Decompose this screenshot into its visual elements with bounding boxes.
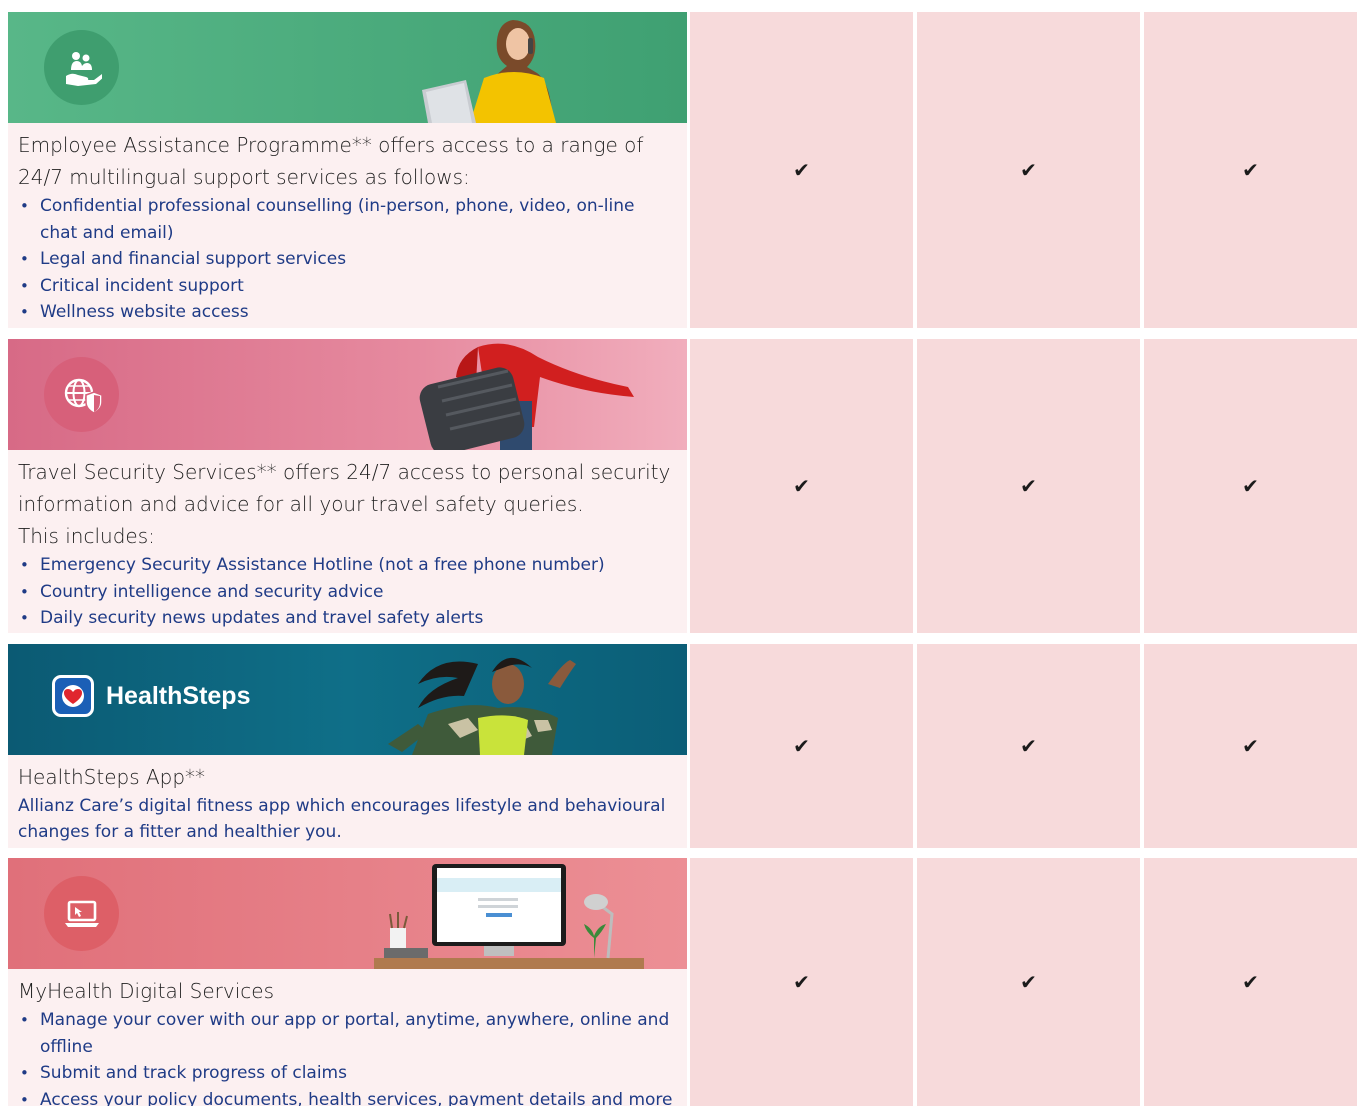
globe-shield-icon: [64, 378, 102, 414]
benefit-row-travel-security: Travel Security Services** offers 24/7 a…: [0, 339, 1357, 633]
feature-text: HealthSteps App** Allianz Care’s digital…: [18, 761, 675, 845]
plan-cell: ✔: [917, 644, 1140, 848]
list-item: Manage your cover with our app or portal…: [18, 1007, 675, 1060]
myhealth-icon-circle: [44, 876, 119, 951]
list-item: Critical incident support: [18, 273, 675, 300]
feature-cell: Travel Security Services** offers 24/7 a…: [8, 339, 687, 633]
benefit-row-healthsteps: HealthSteps HealthSteps App** Allianz Ca…: [0, 644, 1357, 848]
plan-cell: ✔: [1144, 858, 1357, 1106]
plan-cell: ✔: [690, 644, 913, 848]
feature-text: Employee Assistance Programme** offers a…: [18, 129, 675, 326]
feature-bullets: Emergency Security Assistance Hotline (n…: [18, 552, 675, 632]
banner-image: HealthSteps: [8, 644, 687, 755]
list-item: Submit and track progress of claims: [18, 1060, 675, 1087]
plan-cell: ✔: [690, 339, 913, 633]
plan-cell: ✔: [1144, 339, 1357, 633]
check-icon: ✔: [1020, 734, 1037, 758]
plan-cell: ✔: [917, 858, 1140, 1106]
feature-text: MyHealth Digital Services Manage your co…: [18, 975, 675, 1106]
healthsteps-logo-text: HealthSteps: [106, 681, 251, 710]
plan-cell: ✔: [917, 339, 1140, 633]
hand-with-people-icon: [65, 51, 102, 86]
list-item: Country intelligence and security advice: [18, 579, 675, 606]
feature-title: Travel Security Services** offers 24/7 a…: [18, 460, 671, 516]
list-item: Wellness website access: [18, 299, 675, 326]
feature-cell: HealthSteps HealthSteps App** Allianz Ca…: [8, 644, 687, 848]
check-icon: ✔: [793, 734, 810, 758]
list-item: Access your policy documents, health ser…: [18, 1087, 675, 1106]
list-item: Legal and financial support services: [18, 246, 675, 273]
feature-title: HealthSteps App**: [18, 765, 206, 789]
feature-cell: MyHealth Digital Services Manage your co…: [8, 858, 687, 1106]
feature-text: Travel Security Services** offers 24/7 a…: [18, 456, 675, 632]
check-icon: ✔: [1242, 474, 1259, 498]
check-icon: ✔: [1020, 970, 1037, 994]
check-icon: ✔: [1020, 474, 1037, 498]
check-icon: ✔: [1020, 158, 1037, 182]
check-icon: ✔: [1242, 734, 1259, 758]
check-icon: ✔: [1242, 158, 1259, 182]
travel-icon-circle: [44, 357, 119, 432]
plan-cell: ✔: [1144, 644, 1357, 848]
healthsteps-logo: HealthSteps: [52, 675, 250, 717]
plan-cell: ✔: [690, 12, 913, 328]
banner-image: [8, 339, 687, 450]
feature-title: Employee Assistance Programme** offers a…: [18, 133, 644, 189]
plan-cell: ✔: [1144, 12, 1357, 328]
feature-subtitle: This includes:: [18, 524, 155, 548]
check-icon: ✔: [793, 970, 810, 994]
banner-image: [8, 12, 687, 123]
feature-cell: Employee Assistance Programme** offers a…: [8, 12, 687, 328]
plan-cell: ✔: [690, 858, 913, 1106]
feature-bullets: Confidential professional counselling (i…: [18, 193, 675, 326]
list-item: Daily security news updates and travel s…: [18, 605, 675, 632]
check-icon: ✔: [1242, 970, 1259, 994]
benefit-row-eap: Employee Assistance Programme** offers a…: [0, 12, 1357, 328]
plan-cell: ✔: [917, 12, 1140, 328]
feature-description: Allianz Care’s digital fitness app which…: [18, 796, 666, 842]
heart-app-icon: [52, 675, 94, 717]
feature-bullets: Manage your cover with our app or portal…: [18, 1007, 675, 1106]
check-icon: ✔: [793, 158, 810, 182]
banner-image: [8, 858, 687, 969]
list-item: Emergency Security Assistance Hotline (n…: [18, 552, 675, 579]
eap-icon-circle: [44, 30, 119, 105]
feature-title: MyHealth Digital Services: [18, 979, 274, 1003]
benefit-row-myhealth: MyHealth Digital Services Manage your co…: [0, 858, 1357, 1106]
laptop-cursor-icon: [64, 900, 99, 927]
check-icon: ✔: [793, 474, 810, 498]
list-item: Confidential professional counselling (i…: [18, 193, 675, 246]
